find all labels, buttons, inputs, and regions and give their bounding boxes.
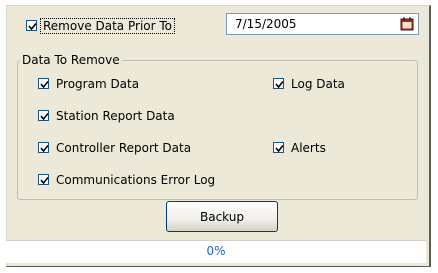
alerts-label: Alerts — [291, 141, 326, 155]
log-data-checkbox[interactable] — [273, 78, 284, 89]
station-report-label: Station Report Data — [56, 109, 175, 123]
date-picker-input[interactable]: 7/15/2005 — [226, 13, 419, 35]
program-data-label: Program Data — [56, 77, 140, 91]
station-report-checkbox[interactable] — [38, 110, 49, 121]
comm-error-log-checkbox[interactable] — [38, 174, 49, 185]
progress-bar: 0% — [6, 240, 426, 263]
program-data-checkbox[interactable] — [38, 78, 49, 89]
remove-prior-label: Remove Data Prior To — [40, 18, 175, 34]
controller-report-checkbox[interactable] — [38, 142, 49, 153]
log-data-label: Log Data — [291, 77, 345, 91]
backup-button[interactable]: Backup — [166, 201, 278, 232]
group-title: Data To Remove — [20, 53, 122, 67]
progress-text: 0% — [206, 244, 226, 258]
remove-prior-checkbox[interactable] — [26, 20, 37, 31]
alerts-checkbox[interactable] — [273, 142, 284, 153]
comm-error-log-label: Communications Error Log — [56, 173, 216, 187]
controller-report-label: Controller Report Data — [56, 141, 192, 155]
calendar-icon[interactable] — [400, 17, 414, 31]
backup-button-label: Backup — [200, 209, 244, 224]
date-value: 7/15/2005 — [235, 17, 297, 31]
